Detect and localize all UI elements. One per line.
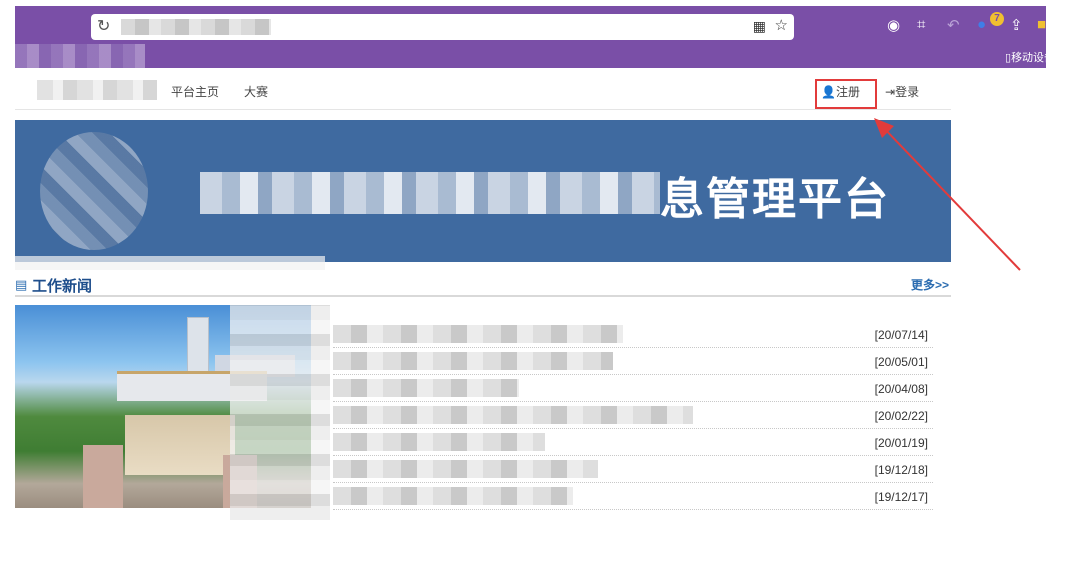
news-item[interactable]: [20/04/08] (333, 375, 933, 402)
user-icon: 👤 (821, 85, 836, 99)
news-date: [20/05/01] (874, 355, 928, 369)
site-header: 平台主页 大赛 👤注册 ⇥登录 (15, 68, 951, 110)
login-label: 登录 (895, 85, 920, 99)
address-bar[interactable]: ↻ ▦ ☆ (91, 14, 794, 40)
news-date: [20/01/19] (874, 436, 928, 450)
photo-tower (187, 317, 209, 379)
login-link[interactable]: ⇥登录 (885, 83, 919, 100)
extension-badge: 7 (990, 12, 1004, 26)
news-title-blurred[interactable] (333, 460, 598, 478)
nav-home-link[interactable]: 平台主页 (171, 83, 219, 100)
news-title-blurred[interactable] (333, 487, 573, 505)
nav-contest-link[interactable]: 大赛 (244, 83, 268, 100)
mobile-device-button[interactable]: ▯移动设备 (1005, 49, 1055, 65)
photo-plaza (125, 415, 235, 475)
photo-blur-overlay (230, 305, 330, 520)
news-item[interactable]: [19/12/18] (333, 456, 933, 483)
news-title-blurred[interactable] (333, 352, 613, 370)
reload-icon[interactable]: ↻ (97, 16, 110, 36)
news-date: [20/02/22] (874, 409, 928, 423)
news-item[interactable]: [20/07/14] (333, 321, 933, 348)
news-date: [19/12/18] (874, 463, 928, 477)
register-label: 注册 (835, 85, 860, 99)
browser-toolbar: ↻ ▦ ☆ ◉ ⌗ ↶ ● 7 ⇪ ■ ▯移动设备 (15, 6, 1055, 68)
extension-icon[interactable]: ● (977, 16, 986, 33)
banner-title: 息管理平台 (660, 174, 890, 225)
news-date: [20/07/14] (874, 328, 928, 342)
tab-blurred[interactable] (15, 44, 145, 68)
news-icon: ▤ (15, 277, 28, 292)
news-date: [20/04/08] (874, 382, 928, 396)
banner-blur-strip (15, 256, 325, 270)
news-title-blurred[interactable] (333, 379, 519, 397)
banner-title-blurred (200, 172, 660, 214)
news-title-blurred[interactable] (333, 325, 623, 343)
photo-gate-left (83, 445, 123, 508)
site-banner: 息管理平台 (15, 120, 951, 262)
register-link[interactable]: 👤注册 (821, 83, 860, 100)
qr-code-icon[interactable]: ▦ (753, 18, 766, 35)
bookmark-star-icon[interactable]: ☆ (775, 16, 788, 34)
news-section-header: ▤ 工作新闻 更多>> (15, 272, 951, 297)
annotation-arrow (874, 118, 1021, 271)
back-arrow-icon[interactable]: ↶ (947, 16, 960, 34)
account-icon[interactable]: ◉ (887, 16, 900, 34)
news-section-title: 工作新闻 (32, 278, 93, 295)
crop-icon[interactable]: ⌗ (917, 16, 925, 33)
arrow-shaft (879, 123, 1021, 271)
news-date: [19/12/17] (874, 490, 928, 504)
school-emblem-blurred (40, 132, 148, 250)
site-logo-blurred[interactable] (37, 80, 157, 100)
more-extension-icon[interactable]: ■ (1037, 16, 1046, 33)
share-icon[interactable]: ⇪ (1010, 16, 1023, 34)
news-list: [20/07/14] [20/05/01] [20/04/08] [20/02/… (333, 321, 933, 510)
login-icon: ⇥ (885, 85, 896, 99)
news-title-blurred[interactable] (333, 433, 545, 451)
url-text-blurred (121, 19, 271, 35)
news-item[interactable]: [20/05/01] (333, 348, 933, 375)
news-item[interactable]: [20/02/22] (333, 402, 933, 429)
mobile-device-label: 移动设备 (1011, 52, 1056, 64)
news-item[interactable]: [20/01/19] (333, 429, 933, 456)
news-item[interactable]: [19/12/17] (333, 483, 933, 510)
news-title-blurred[interactable] (333, 406, 693, 424)
